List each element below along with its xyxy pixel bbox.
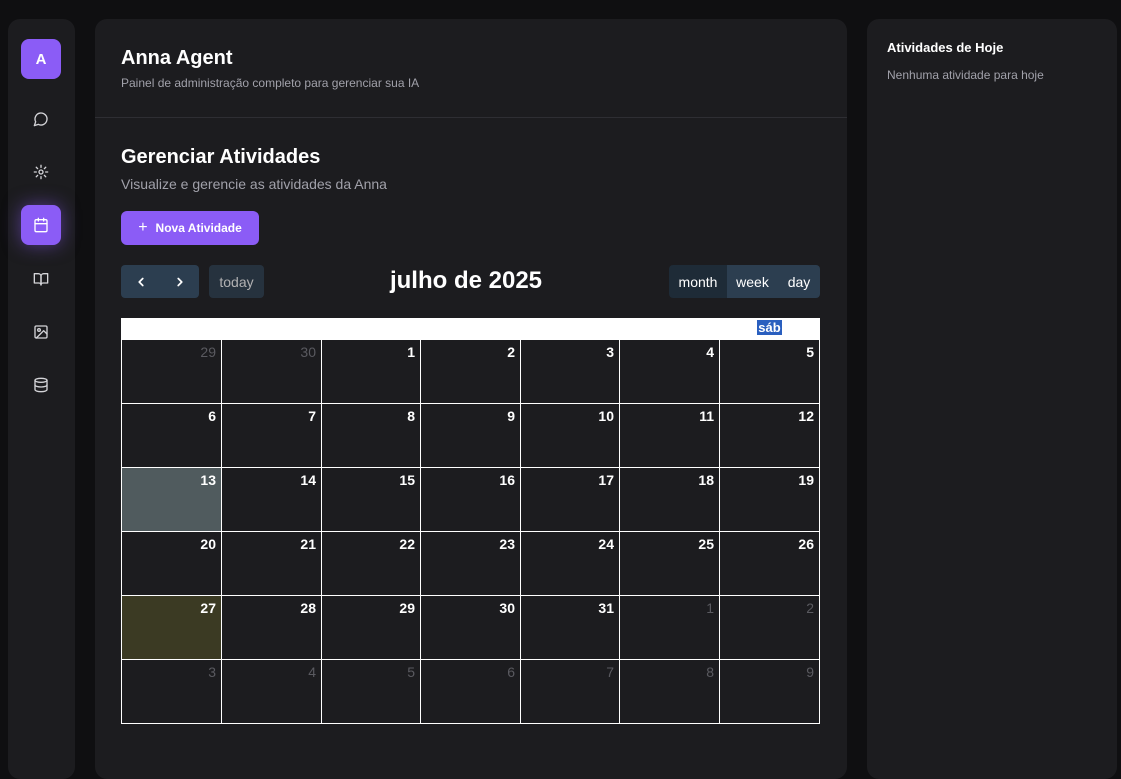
day-cell[interactable]: 1: [321, 339, 421, 404]
day-cell[interactable]: 4: [221, 659, 322, 724]
book-icon: [33, 273, 49, 286]
image-icon: [34, 325, 48, 339]
day-cell[interactable]: 29: [321, 595, 421, 660]
app-subtitle: Painel de administração completo para ge…: [121, 76, 420, 90]
gear-icon: [33, 164, 49, 180]
day-cell[interactable]: 17: [520, 467, 620, 532]
day-cell-highlighted[interactable]: 27: [121, 595, 222, 660]
day-cell[interactable]: 16: [420, 467, 521, 532]
day-cell[interactable]: 22: [321, 531, 421, 596]
weekday-header: [619, 318, 720, 340]
nav-settings[interactable]: [21, 152, 61, 192]
divider: [95, 117, 847, 118]
day-cell[interactable]: 23: [420, 531, 521, 596]
day-cell[interactable]: 29: [121, 339, 222, 404]
day-cell[interactable]: 8: [619, 659, 720, 724]
nav-chat[interactable]: [21, 99, 61, 139]
week-row: 29 30 1 2 3 4 5: [121, 339, 820, 404]
day-cell[interactable]: 7: [520, 659, 620, 724]
day-cell[interactable]: 5: [719, 339, 820, 404]
plus-icon: +: [138, 219, 148, 236]
day-cell[interactable]: 10: [520, 403, 620, 468]
nav-database[interactable]: [21, 365, 61, 405]
day-cell[interactable]: 30: [221, 339, 322, 404]
today-activities-panel: Atividades de Hoje Nenhuma atividade par…: [867, 19, 1117, 779]
day-cell[interactable]: 6: [420, 659, 521, 724]
weekday-label-sat: sáb: [757, 320, 782, 335]
new-activity-button[interactable]: + Nova Atividade: [121, 211, 259, 245]
app-title: Anna Agent: [121, 47, 233, 69]
nav-knowledge[interactable]: [21, 259, 61, 299]
weekday-header-row: sáb: [121, 318, 820, 340]
day-cell[interactable]: 21: [221, 531, 322, 596]
avatar[interactable]: A: [21, 39, 61, 79]
week-row: 13 14 15 16 17 18 19: [121, 467, 820, 532]
view-day-button[interactable]: day: [778, 265, 820, 298]
next-button[interactable]: [160, 265, 199, 298]
day-cell[interactable]: 14: [221, 467, 322, 532]
calendar-grid: sáb 29 30 1 2 3 4 5 6 7 8 9 10 11 12 13 …: [121, 318, 820, 724]
day-cell[interactable]: 6: [121, 403, 222, 468]
weekday-header: [420, 318, 521, 340]
day-cell[interactable]: 7: [221, 403, 322, 468]
day-cell[interactable]: 15: [321, 467, 421, 532]
new-activity-label: Nova Atividade: [155, 221, 242, 235]
day-cell[interactable]: 9: [420, 403, 521, 468]
chevron-right-icon: [176, 277, 183, 286]
view-month-button[interactable]: month: [669, 265, 727, 298]
day-cell[interactable]: 30: [420, 595, 521, 660]
chat-icon: [33, 112, 48, 127]
today-button[interactable]: today: [209, 265, 264, 298]
nav-calendar[interactable]: [21, 205, 61, 245]
day-cell-today[interactable]: 13: [121, 467, 222, 532]
day-cell[interactable]: 2: [719, 595, 820, 660]
day-cell[interactable]: 20: [121, 531, 222, 596]
day-cell[interactable]: 2: [420, 339, 521, 404]
day-cell[interactable]: 8: [321, 403, 421, 468]
day-cell[interactable]: 25: [619, 531, 720, 596]
main-panel: Anna Agent Painel de administração compl…: [95, 19, 847, 779]
day-cell[interactable]: 18: [619, 467, 720, 532]
day-cell[interactable]: 3: [121, 659, 222, 724]
nav-images[interactable]: [21, 312, 61, 352]
day-cell[interactable]: 9: [719, 659, 820, 724]
day-cell[interactable]: 4: [619, 339, 720, 404]
calendar-icon: [34, 217, 48, 233]
calendar-nav-group: [121, 265, 199, 298]
weekday-header: [321, 318, 421, 340]
today-activities-empty: Nenhuma atividade para hoje: [887, 68, 1044, 82]
week-row: 27 28 29 30 31 1 2: [121, 595, 820, 660]
view-week-button[interactable]: week: [727, 265, 778, 298]
today-activities-title: Atividades de Hoje: [887, 40, 1004, 55]
week-row: 3 4 5 6 7 8 9: [121, 659, 820, 724]
weekday-header: [121, 318, 222, 340]
day-cell[interactable]: 11: [619, 403, 720, 468]
day-cell[interactable]: 26: [719, 531, 820, 596]
chevron-left-icon: [137, 277, 144, 286]
day-cell[interactable]: 28: [221, 595, 322, 660]
view-switcher: month week day: [669, 265, 820, 298]
day-cell[interactable]: 5: [321, 659, 421, 724]
weekday-header: [520, 318, 620, 340]
day-cell[interactable]: 3: [520, 339, 620, 404]
weekday-header: sáb: [719, 318, 820, 340]
day-cell[interactable]: 12: [719, 403, 820, 468]
weekday-header: [221, 318, 322, 340]
day-cell[interactable]: 1: [619, 595, 720, 660]
prev-button[interactable]: [121, 265, 160, 298]
section-subtitle: Visualize e gerencie as atividades da An…: [121, 176, 387, 192]
day-cell[interactable]: 19: [719, 467, 820, 532]
day-cell[interactable]: 24: [520, 531, 620, 596]
section-title: Gerenciar Atividades: [121, 146, 321, 168]
week-row: 6 7 8 9 10 11 12: [121, 403, 820, 468]
week-row: 20 21 22 23 24 25 26: [121, 531, 820, 596]
database-icon: [34, 377, 48, 393]
calendar-title: julho de 2025: [389, 267, 543, 294]
day-cell[interactable]: 31: [520, 595, 620, 660]
sidebar: A: [8, 19, 75, 779]
